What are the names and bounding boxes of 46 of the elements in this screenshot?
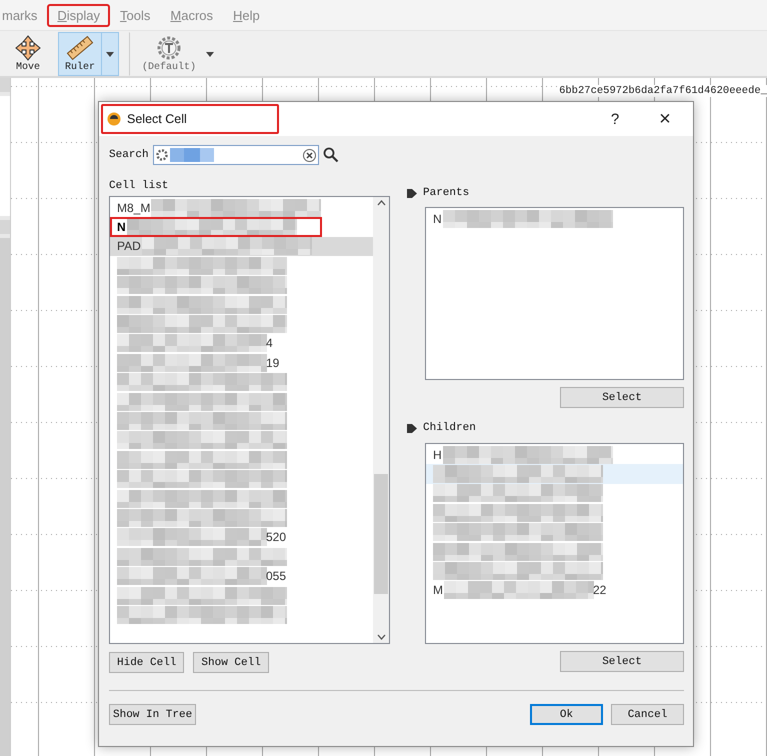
clear-icon — [302, 148, 316, 162]
toolbar-button[interactable]: Move — [8, 32, 48, 76]
scroll-up-icon[interactable] — [376, 200, 386, 206]
list-item[interactable] — [426, 464, 683, 484]
arrow-icon — [406, 422, 417, 434]
toolbar-button[interactable]: Ruler — [58, 32, 120, 76]
search-field[interactable] — [152, 145, 319, 165]
parents-list[interactable]: N — [425, 207, 684, 380]
parents-label: Parents — [423, 187, 470, 199]
list-item[interactable]: 520 — [110, 528, 373, 548]
list-item[interactable]: H — [426, 445, 683, 464]
redaction-mosaic — [170, 148, 214, 162]
children-label: Children — [423, 422, 476, 434]
search-label: Search — [109, 149, 149, 161]
ok-button[interactable]: Ok — [530, 704, 603, 725]
move-arrows-icon — [15, 35, 41, 61]
help-button[interactable]: ? — [593, 110, 637, 128]
hide-cell-button[interactable]: Hide Cell — [109, 652, 184, 673]
search-icon[interactable] — [322, 147, 339, 163]
list-item[interactable]: N — [110, 217, 322, 237]
list-item[interactable]: 4 — [110, 334, 373, 354]
list-item[interactable]: N — [426, 209, 683, 228]
dropdown-arrow-icon — [206, 52, 214, 56]
cell-list-label: Cell list — [109, 180, 170, 194]
close-button[interactable]: × — [643, 108, 687, 130]
list-item[interactable]: 055 — [110, 566, 373, 586]
cell-list[interactable]: M8_M N PAD 4 19 520 055 — [109, 196, 390, 644]
gear-icon — [156, 35, 182, 61]
list-item[interactable]: M8_M — [110, 198, 373, 218]
dialog-title: Select Cell — [101, 104, 279, 134]
show-in-tree-button[interactable]: Show In Tree — [109, 704, 196, 725]
select-button[interactable]: Select — [560, 651, 684, 672]
scroll-down-icon[interactable] — [376, 634, 386, 640]
select-button[interactable]: Select — [560, 387, 684, 408]
cancel-button[interactable]: Cancel — [611, 704, 684, 725]
dropdown-arrow-icon — [106, 52, 114, 56]
scrollbar-thumb[interactable] — [374, 474, 388, 594]
layout-title: 6bb27ce5972b6da2fa7f61d4620eeede_ — [559, 85, 767, 97]
children-list[interactable]: H M 22 — [425, 443, 684, 644]
list-item[interactable]: 19 — [110, 353, 373, 373]
arrow-icon — [406, 188, 417, 198]
app-logo-icon — [107, 112, 121, 126]
show-cell-button[interactable]: Show Cell — [193, 652, 269, 673]
list-item[interactable]: M 22 — [426, 580, 683, 600]
gear-icon — [156, 149, 168, 161]
toolbar-button[interactable]: (Default) — [129, 32, 220, 76]
